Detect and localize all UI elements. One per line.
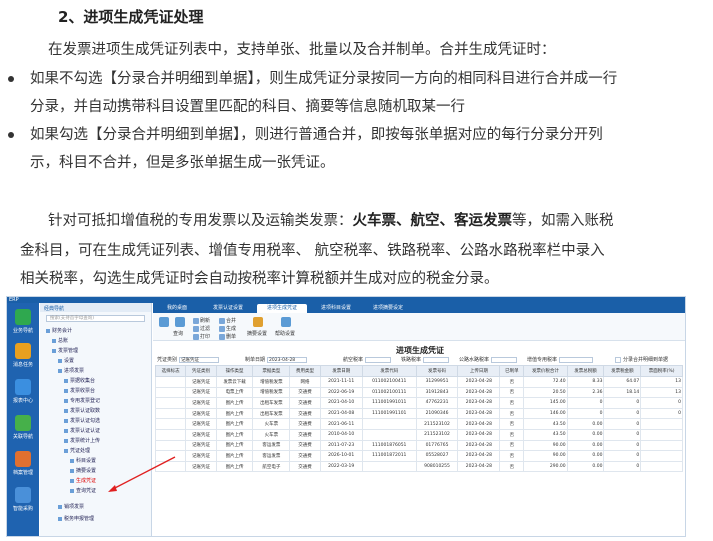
tax-paragraph-line1: 针对可抵扣增值税的专用发票以及运输类发票：火车票、航空、客运发票等，如需入账税 [48, 206, 614, 236]
bullet1-line2: 分录，并自动携带科目设置里匹配的科目、摘要等信息随机取某一行 [30, 99, 465, 115]
red-arrow-annotation [108, 456, 176, 492]
tax-paragraph-line3: 相关税率，勾选生成凭证时会自动按税率计算税额并生成对应的税金分录。 [20, 271, 499, 287]
bullet-dot [8, 76, 14, 82]
tax-paragraph-bold: 火车票、航空、客运发票 [352, 213, 513, 229]
intro-paragraph: 在发票进项生成凭证列表中，支持单张、批量以及合并制单。合并生成凭证时： [48, 42, 556, 58]
section-heading: 2、进项生成凭证处理 [58, 8, 204, 26]
app-screenshot: ERP 业务导航 消息任务 报表中心 关联导航 档案管理 智能采购 经典导航 搜… [6, 296, 686, 537]
tax-paragraph-line2: 金科目，可在生成凭证列表、增值专用税率、 航空税率、铁路税率、公路水路税率栏中录… [20, 243, 605, 259]
bullet2-line1: 如果勾选【分录合并明细到单据】，则进行普通合并，即按每张单据对应的每行分录分开列 [30, 127, 603, 143]
arrow-head [108, 485, 117, 492]
bullet1-line1: 如果不勾选【分录合并明细到单据】，则生成凭证分录按同一方向的相同科目进行合并成一… [30, 71, 618, 87]
tax-paragraph-suffix: 等，如需入账税 [512, 213, 614, 229]
bullet-dot [8, 132, 14, 138]
arrow-line [110, 456, 176, 491]
bullet2-line2: 示，科目不合并，但是多张单据生成一张凭证。 [30, 155, 335, 171]
tax-paragraph-prefix: 针对可抵扣增值税的专用发票以及运输类发票： [48, 213, 353, 229]
